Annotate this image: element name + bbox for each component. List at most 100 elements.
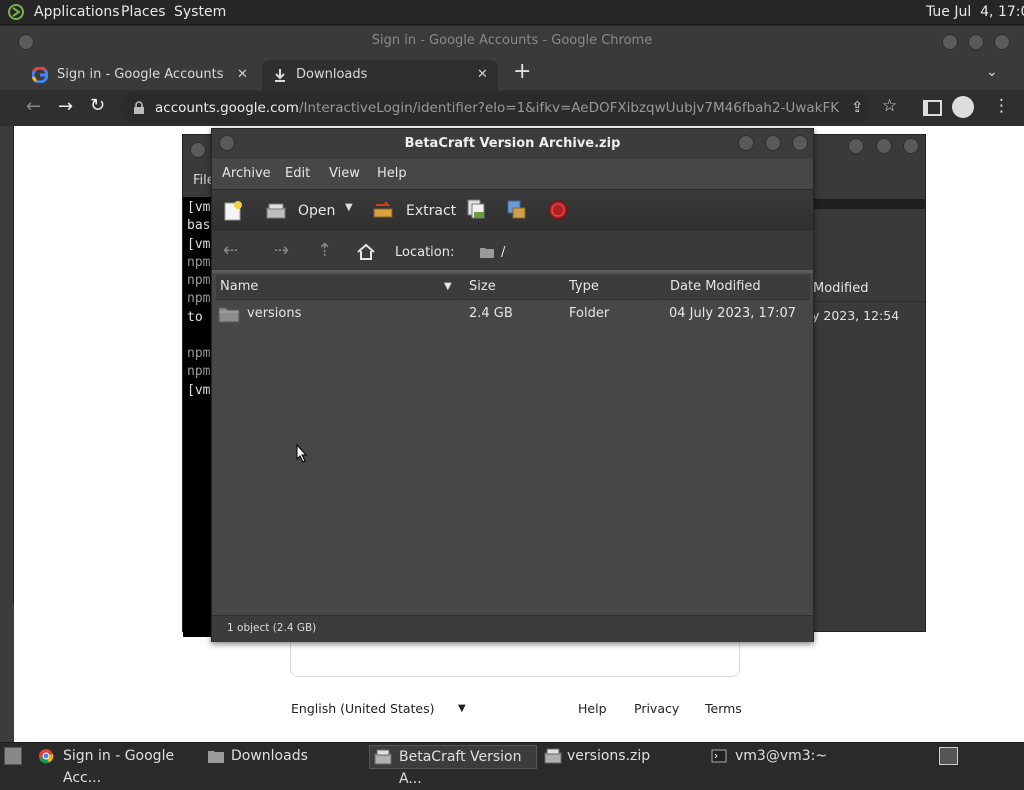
lock-icon[interactable] xyxy=(133,101,145,115)
col-type-label: Type xyxy=(569,279,599,294)
chrome-close-button[interactable] xyxy=(994,34,1010,50)
menu-view[interactable]: View xyxy=(329,166,360,181)
tab-sign-in[interactable]: Sign in - Google Accounts ✕ xyxy=(22,60,260,90)
menu-applications[interactable]: Applications xyxy=(34,4,120,20)
taskbar-item-label: Downloads xyxy=(231,748,308,764)
col-modified-header[interactable]: Date Modified xyxy=(665,275,810,299)
chrome-menu-button[interactable] xyxy=(18,34,34,50)
terminal-menu-button[interactable] xyxy=(190,142,206,158)
add-folder-icon[interactable] xyxy=(505,198,527,220)
side-panel-icon[interactable] xyxy=(923,100,942,116)
close-tab-icon[interactable]: ✕ xyxy=(477,60,488,90)
extract-button[interactable]: Extract xyxy=(372,197,456,225)
col-name-label: Name xyxy=(220,279,259,294)
menu-edit[interactable]: Edit xyxy=(285,166,310,181)
tab-strip: Sign in - Google Accounts ✕ Downloads ✕ … xyxy=(0,56,1024,90)
col-size-label: Size xyxy=(469,279,496,294)
background-window-edge xyxy=(0,126,14,604)
home-icon[interactable] xyxy=(356,242,376,262)
taskbar-item-terminal[interactable]: vm3@vm3:~ xyxy=(709,745,869,767)
terminal-close-button[interactable] xyxy=(903,138,919,154)
col-modified-label: Date Modified xyxy=(670,279,761,294)
add-files-icon[interactable] xyxy=(465,198,487,220)
archive-toolbar: Open ▼ Extract xyxy=(212,189,813,232)
col-name-header[interactable]: Name ▼ xyxy=(216,275,463,299)
archive-manager-icon xyxy=(374,749,392,765)
close-tab-icon[interactable]: ✕ xyxy=(237,60,248,90)
terminal-maximize-button[interactable] xyxy=(876,138,892,154)
folder-icon xyxy=(218,307,240,323)
row-modified: 04 July 2023, 17:07 xyxy=(669,306,796,321)
new-archive-icon[interactable] xyxy=(222,200,244,222)
show-desktop-icon[interactable] xyxy=(4,747,22,765)
share-icon[interactable]: ⇪ xyxy=(851,98,864,116)
mouse-cursor-icon xyxy=(296,444,308,463)
footer-privacy-link[interactable]: Privacy xyxy=(634,701,679,716)
menu-places[interactable]: Places xyxy=(121,4,166,20)
open-label: Open xyxy=(298,203,336,219)
archive-manager-window: BetaCraft Version Archive.zip Archive Ed… xyxy=(211,128,814,642)
chrome-menu-dots-icon[interactable]: ⋮ xyxy=(993,96,1010,116)
taskbar-item-label: BetaCraft Version A... xyxy=(399,749,522,787)
location-label: Location: xyxy=(395,245,455,260)
terminal-minimize-button[interactable] xyxy=(848,138,864,154)
distro-logo-icon[interactable] xyxy=(6,3,26,21)
back-arrow-icon[interactable]: ← xyxy=(26,96,41,117)
menu-help[interactable]: Help xyxy=(377,166,407,181)
omnibox[interactable]: accounts.google.com/InteractiveLogin/ide… xyxy=(120,93,870,123)
url-path: /InteractiveLogin/identifier?elo=1&ifkv=… xyxy=(298,100,840,116)
forward-arrow-icon[interactable]: → xyxy=(58,96,73,117)
taskbar-item-label: vm3@vm3:~ xyxy=(735,748,828,764)
clock[interactable]: Tue Jul 4, 17:09 xyxy=(926,4,1024,20)
chrome-minimize-button[interactable] xyxy=(942,34,958,50)
reload-icon[interactable]: ↻ xyxy=(90,95,105,116)
col-size-header[interactable]: Size xyxy=(464,275,565,299)
archive-maximize-button[interactable] xyxy=(765,135,781,151)
forward-arrow-icon[interactable]: ⇢ xyxy=(274,240,289,261)
terminal-icon xyxy=(711,749,727,763)
top-panel: Applications Places System Tue Jul 4, 17… xyxy=(0,0,1024,25)
bottom-taskbar: Sign in - Google Acc... Downloads BetaCr… xyxy=(0,742,1024,787)
open-archive-icon xyxy=(266,203,286,219)
taskbar-item-downloads[interactable]: Downloads xyxy=(204,745,364,767)
url-domain: accounts.google.com xyxy=(155,100,299,116)
status-bar: 1 object (2.4 GB) xyxy=(212,615,813,642)
col-type-header[interactable]: Type xyxy=(565,275,664,299)
tab-downloads[interactable]: Downloads ✕ xyxy=(262,60,498,90)
up-arrow-icon[interactable]: ⇡ xyxy=(317,240,332,261)
behind-modified-header: Modified xyxy=(813,281,869,296)
menu-system[interactable]: System xyxy=(174,4,226,20)
back-arrow-icon[interactable]: ⇠ xyxy=(223,240,238,261)
row-name: versions xyxy=(247,306,302,321)
extract-icon xyxy=(373,201,393,218)
footer-terms-link[interactable]: Terms xyxy=(705,701,742,716)
chrome-maximize-button[interactable] xyxy=(968,34,984,50)
taskbar-item-label: Sign in - Google Acc... xyxy=(63,748,175,786)
row-size: 2.4 GB xyxy=(469,306,513,321)
folder-icon xyxy=(480,248,494,258)
taskbar-item-label: versions.zip xyxy=(567,748,651,764)
behind-column-header: Modified xyxy=(812,277,925,302)
terminal-dark-band xyxy=(812,199,925,209)
location-path[interactable]: / xyxy=(501,245,505,260)
bookmark-star-icon[interactable]: ☆ xyxy=(882,96,897,116)
language-select[interactable]: English (United States) xyxy=(291,701,435,716)
profile-avatar-icon[interactable] xyxy=(952,96,974,118)
behind-modified-value: y 2023, 12:54 xyxy=(812,308,900,323)
workspace-switcher-icon[interactable] xyxy=(939,747,958,765)
stop-icon[interactable] xyxy=(547,199,569,221)
new-tab-icon[interactable]: + xyxy=(513,59,531,84)
footer-help-link[interactable]: Help xyxy=(578,701,607,716)
open-dropdown-icon[interactable]: ▼ xyxy=(345,202,353,213)
address-toolbar: ← → ↻ accounts.google.com/InteractiveLog… xyxy=(0,90,1024,126)
archive-close-button[interactable] xyxy=(792,135,808,151)
language-dropdown-icon[interactable]: ▼ xyxy=(458,703,466,714)
tab-search-chevron-icon[interactable]: ⌄ xyxy=(986,64,998,80)
chrome-icon xyxy=(39,749,54,764)
taskbar-item-archive-active[interactable]: BetaCraft Version A... xyxy=(369,745,537,787)
table-row[interactable]: versions 2.4 GB Folder 04 July 2023, 17:… xyxy=(216,301,810,327)
taskbar-item-chrome[interactable]: Sign in - Google Acc... xyxy=(34,745,200,786)
taskbar-item-versions-zip[interactable]: versions.zip xyxy=(540,745,700,767)
archive-minimize-button[interactable] xyxy=(738,135,754,151)
menu-archive[interactable]: Archive xyxy=(222,166,271,181)
